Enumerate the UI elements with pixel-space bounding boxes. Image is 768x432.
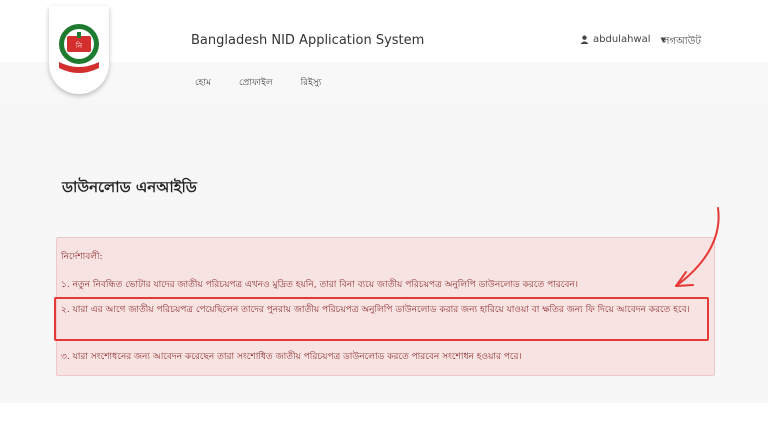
logout-link[interactable]: লগআউট [662,34,701,51]
page-title: ডাউনলোড এনআইডি [62,178,197,196]
user-icon [580,35,589,44]
ec-logo[interactable]: নি [49,6,109,94]
nav-item-reissue[interactable]: রিইস্যু [301,75,322,90]
nav-bar [0,62,768,100]
nav-item-home[interactable]: হোম [195,75,211,90]
instruction-item: ১. নতুন নিবন্ধিত ভোটার যাদের জাতীয় পরিচ… [61,280,578,290]
annotation-arrow-icon [675,207,720,287]
user-menu[interactable]: abdulahwal ▼ [580,34,666,45]
instructions-heading: নির্দেশাবলী: [61,252,103,262]
ec-emblem-icon: নি [59,24,99,73]
nav-item-profile[interactable]: প্রোফাইল [239,75,273,90]
svg-text:নি: নি [75,42,83,50]
username-label: abdulahwal [593,34,651,45]
main-nav: হোম প্রোফাইল রিইস্যু [195,75,321,90]
instruction-item: ৩. যারা সংশোধনের জন্য আবেদন করেছেন তারা … [61,352,522,362]
footer-area [0,403,768,432]
highlight-box [54,297,709,341]
header-bar [0,0,768,62]
app-title: Bangladesh NID Application System [191,33,425,48]
